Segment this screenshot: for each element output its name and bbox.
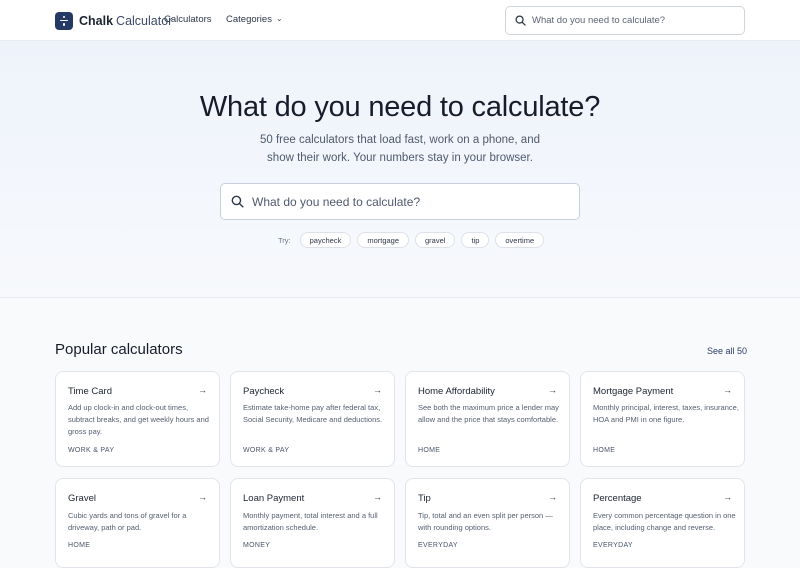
calculator-card-loan-payment[interactable]: Loan Payment → Monthly payment, total in… <box>230 478 395 568</box>
card-description: Monthly principal, interest, taxes, insu… <box>593 403 739 425</box>
card-category: EVERYDAY <box>418 542 458 549</box>
card-description: Monthly payment, total interest and a fu… <box>243 511 378 533</box>
card-description: Every common percentage question in one … <box>593 511 736 533</box>
card-description: Cubic yards and tons of gravel for a dri… <box>68 511 187 533</box>
chevron-down-icon: ⌄ <box>275 14 283 23</box>
card-title: Time Card <box>68 386 112 397</box>
try-label: Try: <box>278 235 291 245</box>
calculator-card-time-card[interactable]: Time Card → Add up clock-in and clock-ou… <box>55 371 220 467</box>
card-category: MONEY <box>243 542 271 549</box>
calculator-card-tip[interactable]: Tip → Tip, total and an even split per p… <box>405 478 570 568</box>
card-category: WORK & PAY <box>243 447 290 454</box>
nav-categories-dropdown[interactable]: Categories ⌄ <box>226 14 283 25</box>
card-description: See both the maximum price a lender may … <box>418 403 559 425</box>
card-title: Paycheck <box>243 386 285 397</box>
card-title: Gravel <box>68 493 96 504</box>
arrow-right-icon: → <box>198 492 207 502</box>
arrow-right-icon: → <box>723 492 732 502</box>
suggestion-chip-tip[interactable]: tip <box>461 232 490 248</box>
section-title: Popular calculators <box>55 341 183 358</box>
card-title: Loan Payment <box>243 493 305 504</box>
calculator-card-paycheck[interactable]: Paycheck → Estimate take-home pay after … <box>230 371 395 467</box>
see-all-link[interactable]: See all 50 <box>707 346 747 356</box>
calculator-card-home-affordability[interactable]: Home Affordability → See both the maximu… <box>405 371 570 467</box>
hero-title: What do you need to calculate? <box>199 91 601 123</box>
hero-section: What do you need to calculate? 50 free c… <box>0 41 800 298</box>
top-navbar: Chalk Calculator Calculators Categories … <box>0 0 800 41</box>
suggestion-chips: Try: paycheck mortgage gravel tip overti… <box>278 232 545 248</box>
card-description: Add up clock-in and clock-out times, sub… <box>68 403 209 437</box>
brand-logo-link[interactable]: Chalk Calculator <box>55 11 172 30</box>
header-search-box[interactable] <box>505 6 745 35</box>
arrow-right-icon: → <box>723 385 732 395</box>
hero-subtitle: 50 free calculators that load fast, work… <box>250 132 550 167</box>
suggestion-chip-gravel[interactable]: gravel <box>415 232 456 248</box>
arrow-right-icon: → <box>198 385 207 395</box>
suggestion-chip-overtime[interactable]: overtime <box>495 232 545 248</box>
card-title: Percentage <box>593 493 642 504</box>
hero-search-input[interactable] <box>252 194 562 209</box>
card-category: HOME <box>68 542 91 549</box>
nav-categories-label: Categories <box>226 14 272 25</box>
card-category: EVERYDAY <box>593 542 633 549</box>
calculator-card-percentage[interactable]: Percentage → Every common percentage que… <box>580 478 745 568</box>
nav-calculators[interactable]: Calculators <box>164 14 212 25</box>
card-category: HOME <box>418 447 441 454</box>
arrow-right-icon: → <box>548 385 557 395</box>
hero-subtitle-line-1: 50 free calculators that load fast, work… <box>259 134 540 146</box>
card-category: HOME <box>593 447 616 454</box>
calculator-card-gravel[interactable]: Gravel → Cubic yards and tons of gravel … <box>55 478 220 568</box>
card-description: Estimate take-home pay after federal tax… <box>243 403 383 425</box>
card-description: Tip, total and an even split per person … <box>418 511 553 533</box>
arrow-right-icon: → <box>373 492 382 502</box>
arrow-right-icon: → <box>548 492 557 502</box>
header-search-input[interactable] <box>532 15 732 26</box>
card-title: Home Affordability <box>418 386 495 397</box>
hero-search-box[interactable] <box>220 183 580 220</box>
suggestion-chip-mortgage[interactable]: mortgage <box>357 232 410 248</box>
hero-subtitle-line-2: show their work. Your numbers stay in yo… <box>267 151 533 164</box>
search-icon <box>231 195 244 208</box>
calculator-divide-icon <box>55 11 73 30</box>
card-category: WORK & PAY <box>68 447 115 454</box>
card-title: Tip <box>418 493 431 504</box>
calculator-card-mortgage-payment[interactable]: Mortgage Payment → Monthly principal, in… <box>580 371 745 467</box>
brand-name: Chalk <box>79 13 114 28</box>
card-title: Mortgage Payment <box>593 386 674 397</box>
suggestion-chip-paycheck[interactable]: paycheck <box>299 232 352 248</box>
search-icon <box>515 15 526 26</box>
arrow-right-icon: → <box>373 385 382 395</box>
